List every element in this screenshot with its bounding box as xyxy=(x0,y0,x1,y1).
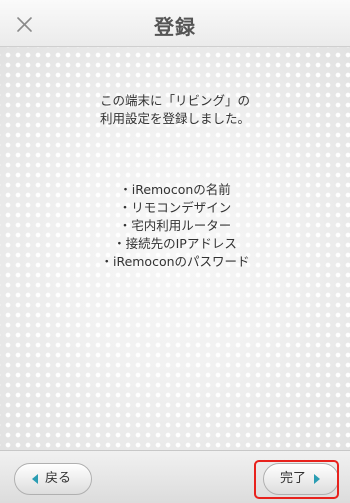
list-item: ・iRemoconの名前 xyxy=(119,182,231,197)
done-button-label: 完了 xyxy=(280,471,307,486)
registered-items-list: ・iRemoconの名前 ・リモコンデザイン ・宅内利用ルーター ・接続先のIP… xyxy=(0,181,350,271)
list-item: ・宅内利用ルーター xyxy=(118,218,232,233)
back-button-label: 戻る xyxy=(45,471,72,486)
page-title: 登録 xyxy=(154,15,196,39)
back-button[interactable]: 戻る xyxy=(14,463,92,495)
footer-bar: 戻る 完了 xyxy=(0,450,350,503)
content-area: この端末に「リビング」の 利用設定を登録しました。 ・iRemoconの名前 ・… xyxy=(0,47,350,450)
triangle-left-icon xyxy=(32,474,38,484)
done-button[interactable]: 完了 xyxy=(263,463,339,495)
triangle-right-icon xyxy=(314,474,320,484)
list-item: ・iRemoconのパスワード xyxy=(100,254,250,269)
list-item: ・接続先のIPアドレス xyxy=(113,236,237,251)
list-item: ・リモコンデザイン xyxy=(118,200,232,215)
confirmation-message: この端末に「リビング」の 利用設定を登録しました。 xyxy=(0,92,350,128)
message-line-2: 利用設定を登録しました。 xyxy=(99,111,250,126)
message-line-1: この端末に「リビング」の xyxy=(99,93,250,108)
header-bar: 登録 xyxy=(0,0,350,47)
